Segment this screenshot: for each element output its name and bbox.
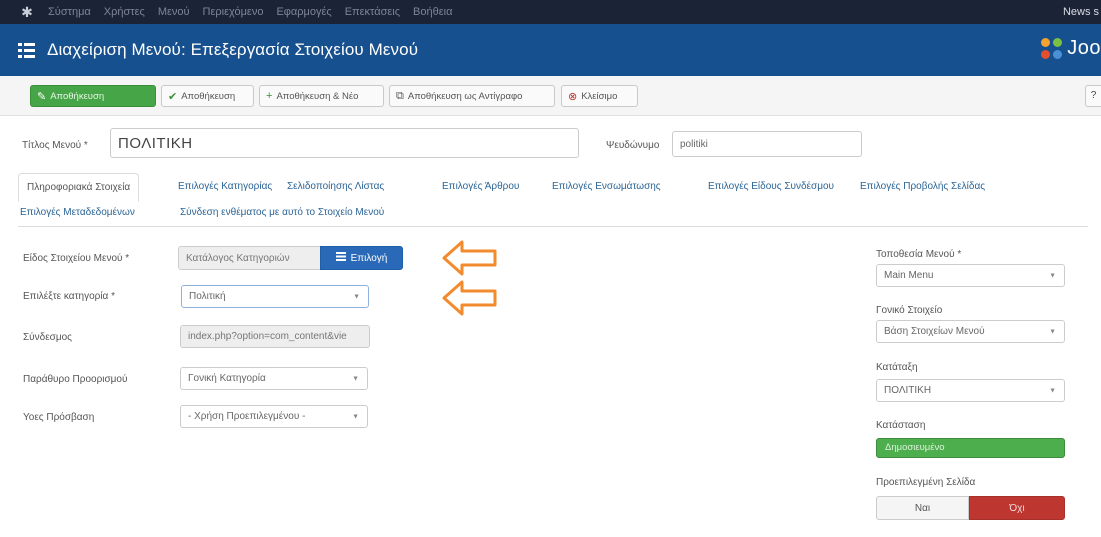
title-label: Τίτλος Μενού * [22, 140, 88, 151]
top-menu-content[interactable]: Περιεχόμενο [203, 6, 264, 18]
save-new-button[interactable]: + Αποθήκευση & Νέο [259, 85, 384, 107]
menu-location-select-value: Main Menu [884, 270, 934, 281]
alias-label: Ψευδώνυμο [606, 140, 660, 151]
tab-metadata-options[interactable]: Επιλογές Μεταδεδομένων [20, 207, 135, 218]
joomla-brand: Joo [1041, 37, 1101, 60]
plus-icon: + [266, 90, 273, 102]
alias-input[interactable]: politiki [672, 131, 862, 157]
save-close-button[interactable]: ✔ Αποθήκευση [161, 85, 254, 107]
chevron-down-icon: ▼ [1049, 328, 1056, 335]
default-page-yes-label: Ναι [914, 502, 931, 514]
select-type-button[interactable]: Επιλογή [320, 246, 403, 270]
tab-page-display-options[interactable]: Επιλογές Προβολής Σελίδας [860, 181, 985, 192]
ordering-select-value: ΠΟΛΙΤΙΚΗ [884, 385, 932, 396]
joomla-logo-icon[interactable]: ✱ [14, 4, 40, 21]
title-input-value: ΠΟΛΙΤΙΚΗ [118, 134, 193, 152]
tab-bar: Πληροφοριακά Στοιχεία Επιλογές Κατηγορία… [18, 173, 1088, 227]
access-select[interactable]: - Χρήση Προεπιλεγμένου - ▼ [180, 405, 368, 428]
access-select-value: - Χρήση Προεπιλεγμένου - [188, 411, 306, 422]
tab-integration-options[interactable]: Επιλογές Ενσωμάτωσης [552, 181, 661, 192]
category-label: Επιλέξτε κατηγορία * [23, 291, 116, 302]
site-name-link[interactable]: News s [1063, 0, 1101, 24]
chevron-down-icon: ▼ [352, 413, 359, 420]
list-menu-icon [18, 42, 36, 58]
save-new-button-label: Αποθήκευση & Νέο [276, 90, 359, 102]
alias-input-value: politiki [680, 138, 708, 150]
ordering-select[interactable]: ΠΟΛΙΤΙΚΗ ▼ [876, 379, 1065, 402]
link-label: Σύνδεσμος [23, 332, 72, 343]
page-header: Διαχείριση Μενού: Επεξεργασία Στοιχείου … [0, 24, 1101, 76]
save-copy-button[interactable]: ⧉ Αποθήκευση ως Αντίγραφο [389, 85, 555, 107]
menu-location-select[interactable]: Main Menu ▼ [876, 264, 1065, 287]
top-menu: Σύστημα Χρήστες Μενού Περιεχόμενο Εφαρμο… [48, 6, 452, 18]
select-type-button-label: Επιλογή [350, 252, 388, 264]
help-button[interactable]: ? [1085, 85, 1101, 107]
default-page-no-label: Όχι [1009, 502, 1025, 514]
chevron-down-icon: ▼ [353, 293, 360, 300]
chevron-down-icon: ▼ [352, 375, 359, 382]
access-label: Υοες Πρόσβαση [23, 412, 95, 423]
default-page-yes-toggle[interactable]: Ναι [876, 496, 969, 520]
top-menu-system[interactable]: Σύστημα [48, 6, 91, 18]
tab-category-options[interactable]: Επιλογές Κατηγορίας [178, 181, 272, 192]
chevron-down-icon: ▼ [1049, 272, 1056, 279]
link-field: index.php?option=com_content&vie [180, 325, 370, 348]
close-icon: ⊗ [568, 90, 578, 103]
parent-item-select[interactable]: Βάση Στοιχείων Μενού ▼ [876, 320, 1065, 343]
default-page-label: Προεπιλεγμένη Σελίδα [876, 477, 976, 488]
menu-item-type-value: Κατάλογος Κατηγοριών [186, 252, 290, 264]
menu-location-label: Τοποθεσία Μενού * [876, 249, 962, 260]
target-window-label: Παράθυρο Προορισμού [23, 374, 128, 385]
link-field-value: index.php?option=com_content&vie [188, 331, 347, 342]
question-icon: ? [1090, 90, 1097, 101]
save-icon: ✎ [37, 90, 47, 103]
copy-icon: ⧉ [396, 89, 404, 102]
save-button-label: Αποθήκευση [50, 90, 105, 102]
save-close-button-label: Αποθήκευση [181, 90, 236, 102]
tab-article-options[interactable]: Επιλογές Άρθρου [442, 181, 519, 192]
tab-details[interactable]: Πληροφοριακά Στοιχεία [18, 173, 140, 202]
top-menu-extensions[interactable]: Επεκτάσεις [345, 6, 400, 18]
chevron-down-icon: ▼ [1049, 387, 1056, 394]
status-button[interactable]: Δημοσιευμένο [876, 438, 1065, 458]
top-menu-menus[interactable]: Μενού [158, 6, 190, 18]
close-button-label: Κλείσιμο [581, 90, 618, 102]
status-button-label: Δημοσιευμένο [885, 442, 945, 453]
top-menu-help[interactable]: Βοήθεια [413, 6, 452, 18]
default-page-no-toggle[interactable]: Όχι [969, 496, 1065, 520]
parent-item-label: Γονικό Στοιχείο [876, 305, 943, 316]
admin-topbar: ✱ Σύστημα Χρήστες Μενού Περιεχόμενο Εφαρ… [0, 0, 1101, 24]
category-select-value: Πολιτική [189, 291, 226, 302]
annotation-arrow-icon [442, 240, 497, 276]
joomla-brand-text: Joo [1067, 37, 1101, 59]
tab-link-type-options[interactable]: Επιλογές Είδους Συνδέσμου [708, 181, 834, 192]
save-copy-button-label: Αποθήκευση ως Αντίγραφο [407, 90, 523, 102]
status-label: Κατάσταση [876, 420, 926, 431]
top-menu-users[interactable]: Χρήστες [104, 6, 145, 18]
top-menu-components[interactable]: Εφαρμογές [276, 6, 331, 18]
list-icon [335, 252, 346, 264]
tab-module-assignment[interactable]: Σύνδεση ενθέματος με αυτό το Στοιχείο Με… [180, 207, 384, 218]
title-input[interactable]: ΠΟΛΙΤΙΚΗ [110, 128, 579, 158]
page-title: Διαχείριση Μενού: Επεξεργασία Στοιχείου … [47, 40, 419, 59]
toolbar: ✎ Αποθήκευση ✔ Αποθήκευση + Αποθήκευση &… [0, 76, 1101, 116]
ordering-label: Κατάταξη [876, 362, 918, 373]
menu-item-type-field: Κατάλογος Κατηγοριών [178, 246, 321, 270]
annotation-arrow-icon [442, 280, 497, 316]
menu-item-type-label: Είδος Στοιχείου Μενού * [23, 253, 130, 264]
target-window-select-value: Γονική Κατηγορία [188, 373, 266, 384]
target-window-select[interactable]: Γονική Κατηγορία ▼ [180, 367, 368, 390]
tab-list-layout[interactable]: Σελιδοποίησης Λίστας [287, 181, 384, 192]
joomla-brand-icon [1041, 37, 1063, 60]
category-select[interactable]: Πολιτική ▼ [181, 285, 369, 308]
close-button[interactable]: ⊗ Κλείσιμο [561, 85, 638, 107]
save-button[interactable]: ✎ Αποθήκευση [30, 85, 156, 107]
check-icon: ✔ [168, 90, 178, 103]
parent-item-select-value: Βάση Στοιχείων Μενού [884, 326, 985, 337]
